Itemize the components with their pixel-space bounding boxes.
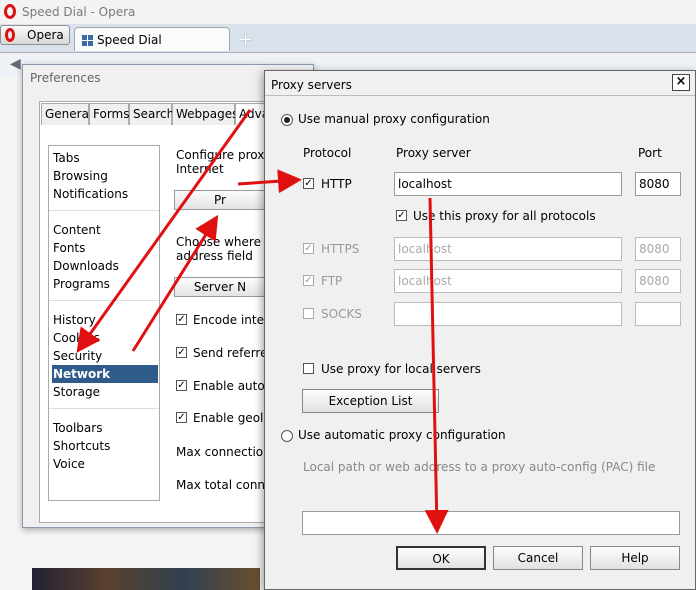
manual-proxy-radio[interactable] [281, 114, 293, 126]
category-downloads[interactable]: Downloads [52, 257, 158, 275]
category-programs[interactable]: Programs [52, 275, 158, 293]
category-shortcuts[interactable]: Shortcuts [52, 437, 158, 455]
encode-checkbox[interactable]: ✓ [176, 314, 187, 325]
tab-webpages[interactable]: Webpages [172, 103, 238, 125]
tab-forms[interactable]: Forms [89, 103, 129, 125]
category-tabs[interactable]: Tabs [52, 149, 158, 167]
socks-server-input[interactable] [394, 302, 622, 326]
category-cookies[interactable]: Cookies [52, 329, 158, 347]
window-title: Speed Dial - Opera [22, 5, 136, 19]
opera-logo-icon [4, 4, 16, 19]
use-all-label: Use this proxy for all protocols [413, 209, 596, 223]
help-button[interactable]: Help [590, 546, 680, 570]
ftp-label: FTP [321, 274, 343, 288]
category-content[interactable]: Content [52, 221, 158, 239]
close-button[interactable]: × [672, 74, 690, 91]
pac-input[interactable] [302, 511, 680, 535]
local-servers-checkbox[interactable] [303, 363, 314, 374]
exception-list-button[interactable]: Exception List [302, 389, 439, 413]
local-servers-label: Use proxy for local servers [321, 362, 481, 376]
referrer-label: Send referrer [193, 346, 273, 360]
http-port-input[interactable]: 8080 [635, 172, 681, 196]
server-name-button[interactable]: Server N [174, 277, 266, 297]
proxy-servers-button[interactable]: Pr [174, 190, 266, 210]
pac-hint: Local path or web address to a proxy aut… [303, 460, 656, 474]
category-browsing[interactable]: Browsing [52, 167, 158, 185]
https-label: HTTPS [321, 242, 360, 256]
back-arrow-icon[interactable]: ◀ [10, 56, 21, 72]
referrer-checkbox[interactable]: ✓ [176, 347, 187, 358]
http-checkbox[interactable]: ✓ [303, 178, 314, 189]
ok-button[interactable]: OK [396, 546, 486, 570]
tab-general[interactable]: General [41, 103, 92, 125]
category-network[interactable]: Network [52, 365, 158, 383]
category-security[interactable]: Security [52, 347, 158, 365]
http-server-input[interactable]: localhost [394, 172, 622, 196]
category-divider [49, 300, 159, 301]
category-history[interactable]: History [52, 311, 158, 329]
opera-menu-label: Opera [27, 28, 64, 42]
protocol-header: Protocol [303, 146, 352, 160]
ftp-server-input[interactable]: localhost [394, 269, 622, 293]
proxy-dialog-title: Proxy servers [271, 78, 352, 92]
proxy-server-header: Proxy server [396, 146, 471, 160]
choose-text: Choose where O [176, 235, 275, 249]
ftp-checkbox[interactable]: ✓ [303, 275, 314, 286]
preferences-title: Preferences [30, 71, 101, 85]
https-port-input[interactable]: 8080 [635, 237, 681, 261]
https-server-input[interactable]: localhost [394, 237, 622, 261]
category-toolbars[interactable]: Toolbars [52, 419, 158, 437]
category-divider [49, 210, 159, 211]
auto-proxy-label: Use automatic proxy configuration [298, 428, 506, 442]
tab-label: Speed Dial [97, 33, 162, 47]
choose-text-2: address field [176, 249, 253, 263]
geoloc-checkbox[interactable]: ✓ [176, 412, 187, 423]
speed-dial-thumbnail[interactable] [32, 568, 260, 590]
autom-checkbox[interactable]: ✓ [176, 380, 187, 391]
category-voice[interactable]: Voice [52, 455, 158, 473]
socks-port-input[interactable] [635, 302, 681, 326]
max-total-label: Max total conne [176, 478, 273, 492]
new-tab-button[interactable]: + [238, 29, 253, 50]
category-divider [49, 408, 159, 409]
socks-label: SOCKS [321, 307, 362, 321]
proxy-servers-dialog: Proxy servers × Use manual proxy configu… [264, 70, 696, 590]
cancel-button[interactable]: Cancel [493, 546, 583, 570]
configure-proxy-text-2: Internet [176, 162, 224, 176]
speed-dial-icon [82, 35, 94, 47]
opera-menu-button[interactable]: Opera [0, 25, 70, 45]
http-label: HTTP [321, 177, 352, 191]
category-storage[interactable]: Storage [52, 383, 158, 401]
port-header: Port [638, 146, 662, 160]
max-connections-label: Max connections [176, 445, 277, 459]
opera-logo-icon [5, 28, 15, 42]
category-list: Tabs Browsing Notifications Content Font… [48, 145, 160, 501]
tab-search[interactable]: Search [129, 103, 174, 125]
auto-proxy-radio[interactable] [281, 430, 293, 442]
socks-checkbox[interactable] [303, 308, 314, 319]
manual-proxy-label: Use manual proxy configuration [298, 112, 490, 126]
use-all-checkbox[interactable]: ✓ [396, 210, 407, 221]
ftp-port-input[interactable]: 8080 [635, 269, 681, 293]
window-titlebar: Speed Dial - Opera [0, 0, 696, 24]
tab-advanced[interactable]: Adva [235, 103, 269, 125]
configure-proxy-text: Configure proxy [176, 148, 272, 162]
category-fonts[interactable]: Fonts [52, 239, 158, 257]
tab-speed-dial[interactable]: Speed Dial [74, 27, 230, 51]
https-checkbox[interactable]: ✓ [303, 243, 314, 254]
category-notifications[interactable]: Notifications [52, 185, 158, 203]
